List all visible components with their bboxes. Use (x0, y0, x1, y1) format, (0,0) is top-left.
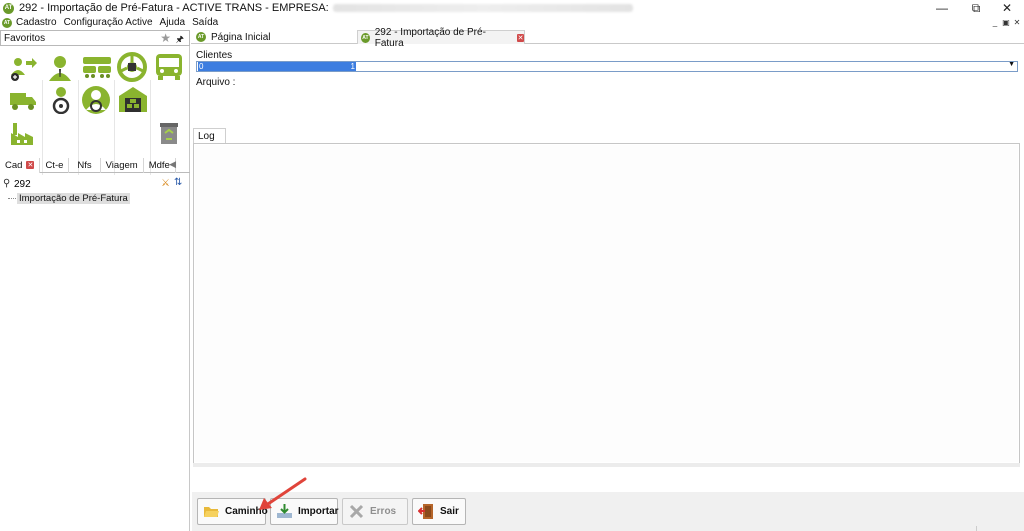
tab-log[interactable]: Log (193, 128, 226, 144)
tab-cad[interactable]: Cad ✕ (0, 157, 41, 173)
title-bar: AT 292 - Importação de Pré-Fatura - ACTI… (0, 0, 1024, 16)
tab-viagem-label: Viagem (105, 159, 138, 171)
tab-viagem[interactable]: Viagem (101, 157, 144, 173)
document-tabs: AT Página Inicial AT 292 - Importação de… (191, 27, 1024, 49)
menu-bar: AT Cadastro Configuração Active Ajuda Sa… (0, 16, 1024, 29)
folder-open-icon (203, 503, 220, 520)
favorites-label: Favoritos (4, 32, 46, 44)
driver-icon[interactable] (47, 86, 83, 118)
left-panel: Favoritos ★ 🖈 Cad ✕ Ct-e Nfs Viagem Mdfe… (0, 30, 190, 531)
clear-brush-icon[interactable]: ⚔ (161, 178, 170, 189)
tab-label: 292 - Importação de Pré-Fatura (374, 26, 486, 49)
tab-nfs[interactable]: Nfs (69, 157, 101, 173)
tree-item[interactable]: Importação de Pré-Fatura (8, 192, 130, 204)
exit-door-icon (417, 503, 435, 520)
x-icon (348, 503, 365, 520)
minimize-button[interactable]: — (925, 0, 959, 16)
warehouse-icon[interactable] (117, 84, 153, 116)
window-title: 292 - Importação de Pré-Fatura - ACTIVE … (19, 2, 329, 14)
buses-icon[interactable] (81, 55, 117, 87)
exit-button-label: Sair (440, 506, 459, 517)
sidebar-tabs: Cad ✕ Ct-e Nfs Viagem Mdfe ◀ (0, 157, 190, 173)
tab-label: Página Inicial (211, 31, 271, 43)
errors-button-label: Erros (370, 506, 397, 517)
tab-nfs-label: Nfs (77, 159, 92, 171)
search-icon: ⚲ (3, 178, 11, 189)
bus-front-icon[interactable] (153, 52, 189, 84)
steering-wheel-icon[interactable] (117, 52, 153, 84)
clients-label: Clientes (196, 50, 233, 61)
app-logo-icon: AT (3, 2, 14, 14)
factory-icon[interactable] (9, 119, 45, 151)
chevron-down-icon[interactable]: ▼ (1008, 61, 1015, 68)
menu-search-row: ⚲ ⚔ ⇅ (0, 177, 190, 191)
tab-logo-icon: AT (361, 32, 370, 43)
sort-icon[interactable]: ⇅ (174, 177, 182, 188)
menu-item-configuracao[interactable]: Configuração Active (64, 17, 153, 28)
close-icon[interactable]: ✕ (517, 33, 524, 42)
recycle-bin-icon[interactable] (156, 120, 192, 152)
truck-icon[interactable] (9, 89, 45, 121)
tree-item-label: Importação de Pré-Fatura (17, 192, 130, 204)
menu-search-input[interactable] (14, 178, 154, 190)
close-icon[interactable]: ✕ (26, 161, 35, 169)
mdi-close-button[interactable]: ✕ (1012, 17, 1022, 27)
menu-item-saida[interactable]: Saída (192, 17, 218, 28)
menu-logo-icon: AT (2, 17, 12, 28)
clients-selected-value: 0 1 (198, 62, 356, 71)
pin-icon[interactable]: 🖈 (176, 32, 184, 48)
tab-log-label: Log (198, 131, 215, 142)
tab-scroll-left-icon[interactable]: ◀ (169, 159, 176, 170)
favorites-bar[interactable]: Favoritos ★ 🖈 (0, 30, 190, 46)
exit-button[interactable]: Sair (412, 498, 466, 525)
tab-mdfe-label: Mdfe (148, 159, 170, 171)
log-panel[interactable] (193, 143, 1020, 464)
mdi-restore-button[interactable]: ▣ (1001, 17, 1011, 27)
driver-wheel-icon[interactable] (80, 84, 116, 116)
star-icon[interactable]: ★ (160, 31, 171, 45)
tab-importacao-pre-fatura[interactable]: AT 292 - Importação de Pré-Fatura ✕ (357, 27, 525, 49)
tab-cte-label: Ct-e (45, 159, 64, 171)
restore-button[interactable]: ⧉ (959, 0, 993, 16)
tab-cte[interactable]: Ct-e (40, 157, 70, 173)
redacted-company-name (332, 4, 633, 12)
clients-select[interactable]: 0 1 ▼ (196, 61, 1018, 72)
errors-button[interactable]: Erros (342, 498, 408, 525)
annotation-arrow-icon (259, 477, 307, 510)
status-strip (976, 526, 1024, 531)
log-scroll-strip (193, 463, 1020, 467)
tab-pagina-inicial[interactable]: AT Página Inicial (193, 30, 353, 44)
menu-item-ajuda[interactable]: Ajuda (160, 17, 186, 28)
log-text-area[interactable] (195, 145, 1018, 462)
tab-cad-label: Cad (5, 159, 23, 171)
file-label: Arquivo : (196, 77, 236, 88)
tab-logo-icon: AT (196, 32, 206, 42)
close-button[interactable]: ✕ (990, 0, 1024, 16)
menu-item-cadastro[interactable]: Cadastro (16, 17, 57, 28)
add-user-icon[interactable] (7, 55, 43, 87)
mdi-minimize-button[interactable]: _ (990, 17, 1000, 27)
person-icon[interactable] (45, 53, 81, 85)
